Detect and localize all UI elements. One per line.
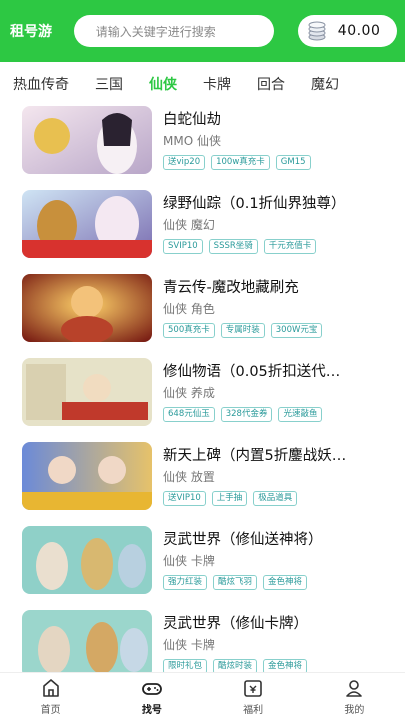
wallet-icon xyxy=(244,680,262,697)
nav-mine-label: 我的 xyxy=(344,705,365,716)
game-tag: 千元充值卡 xyxy=(263,239,317,254)
nav-home-label: 首页 xyxy=(40,705,61,716)
tab-kapai[interactable]: 卡牌 xyxy=(190,74,244,94)
game-list: 白蛇仙劫 MMO 仙侠 送vip20 100w真充卡 GM15 绿野仙踪（0.1… xyxy=(0,106,405,672)
coins-icon xyxy=(308,21,326,41)
coin-amount: 40.00 xyxy=(337,23,381,39)
game-genre: 仙侠 魔幻 xyxy=(163,218,215,232)
game-tag: 强力红装 xyxy=(163,575,208,590)
app-header: 租号游 请输入关键字进行搜索 40.00 xyxy=(0,0,405,62)
game-genre: 仙侠 卡牌 xyxy=(163,638,215,652)
game-thumbnail xyxy=(22,106,152,174)
game-tag: 上手抽 xyxy=(211,491,248,506)
tab-rexue-chuanqi[interactable]: 热血传奇 xyxy=(0,74,82,94)
list-item[interactable]: 灵武世界（修仙送神将） 仙侠 卡牌 强力红装 酷炫飞羽 金色神将 xyxy=(0,526,405,610)
game-tag: 328代金券 xyxy=(220,407,273,422)
list-item[interactable]: 白蛇仙劫 MMO 仙侠 送vip20 100w真充卡 GM15 xyxy=(0,106,405,190)
game-genre: 仙侠 角色 xyxy=(163,302,215,316)
game-thumbnail xyxy=(22,610,152,672)
game-tag: 光速敲鱼 xyxy=(278,407,323,422)
game-tag: 送vip20 xyxy=(163,155,206,170)
tab-huihe[interactable]: 回合 xyxy=(244,74,298,94)
game-thumbnail xyxy=(22,442,152,510)
game-genre: 仙侠 养成 xyxy=(163,386,215,400)
game-genre: 仙侠 卡牌 xyxy=(163,554,215,568)
game-thumbnail xyxy=(22,526,152,594)
game-tag: 极品道具 xyxy=(253,491,298,506)
game-tag: 500真充卡 xyxy=(163,323,215,338)
nav-welfare-label: 福利 xyxy=(243,705,264,716)
category-tabs: 热血传奇 三国 仙侠 卡牌 回合 魔幻 xyxy=(0,62,405,106)
game-tag: 专属时装 xyxy=(220,323,265,338)
game-tag: 100w真充卡 xyxy=(211,155,270,170)
tab-mohuan[interactable]: 魔幻 xyxy=(298,74,352,94)
list-item[interactable]: 新天上碑（内置5折鏖战妖… 仙侠 放置 送VIP10 上手抽 极品道具 xyxy=(0,442,405,526)
nav-home[interactable]: 首页 xyxy=(0,673,101,720)
search-input[interactable]: 请输入关键字进行搜索 xyxy=(73,15,274,47)
list-item[interactable]: 灵武世界（修仙卡牌） 仙侠 卡牌 限时礼包 酷炫时装 金色神将 xyxy=(0,610,405,672)
game-tag: 限时礼包 xyxy=(163,659,208,672)
game-tag: 648元仙玉 xyxy=(163,407,215,422)
game-title: 灵武世界（修仙送神将） xyxy=(163,532,323,548)
nav-find-label: 找号 xyxy=(141,705,162,716)
game-genre: 仙侠 放置 xyxy=(163,470,215,484)
game-tag: SVIP10 xyxy=(163,239,203,254)
game-tag: 酷炫时装 xyxy=(213,659,258,672)
game-thumbnail xyxy=(22,274,152,342)
tab-xianxia[interactable]: 仙侠 xyxy=(136,74,190,94)
home-icon xyxy=(42,679,59,697)
tab-sanguo[interactable]: 三国 xyxy=(82,74,136,94)
list-item[interactable]: 青云传-魔改地藏刷充 仙侠 角色 500真充卡 专属时装 300W元宝 xyxy=(0,274,405,358)
game-title: 青云传-魔改地藏刷充 xyxy=(163,280,299,296)
game-tag: 金色神将 xyxy=(263,575,308,590)
game-title: 修仙物语（0.05折扣送代… xyxy=(163,364,341,380)
nav-find-account[interactable]: 找号 xyxy=(101,673,202,720)
game-title: 绿野仙踪（0.1折仙界独尊） xyxy=(163,196,346,212)
game-tag: GM15 xyxy=(275,155,311,170)
nav-mine[interactable]: 我的 xyxy=(304,673,405,720)
game-tag: 金色神将 xyxy=(263,659,308,672)
game-tag: SSSR坐骑 xyxy=(208,239,258,254)
game-tag: 送VIP10 xyxy=(163,491,206,506)
game-tag: 酷炫飞羽 xyxy=(213,575,258,590)
coin-balance[interactable]: 40.00 xyxy=(297,15,397,47)
nav-welfare[interactable]: 福利 xyxy=(203,673,304,720)
game-title: 白蛇仙劫 xyxy=(163,112,221,128)
game-title: 新天上碑（内置5折鏖战妖… xyxy=(163,448,347,464)
list-item[interactable]: 绿野仙踪（0.1折仙界独尊） 仙侠 魔幻 SVIP10 SSSR坐骑 千元充值卡 xyxy=(0,190,405,274)
list-item[interactable]: 修仙物语（0.05折扣送代… 仙侠 养成 648元仙玉 328代金券 光速敲鱼 xyxy=(0,358,405,442)
game-title: 灵武世界（修仙卡牌） xyxy=(163,616,308,632)
game-genre: MMO 仙侠 xyxy=(163,134,221,148)
bottom-nav: 首页 找号 福利 我的 xyxy=(0,672,405,720)
gamepad-icon xyxy=(141,683,162,695)
game-thumbnail xyxy=(22,190,152,258)
user-icon xyxy=(346,680,363,697)
game-thumbnail xyxy=(22,358,152,426)
app-brand: 租号游 xyxy=(10,24,52,40)
game-tag: 300W元宝 xyxy=(270,323,323,338)
